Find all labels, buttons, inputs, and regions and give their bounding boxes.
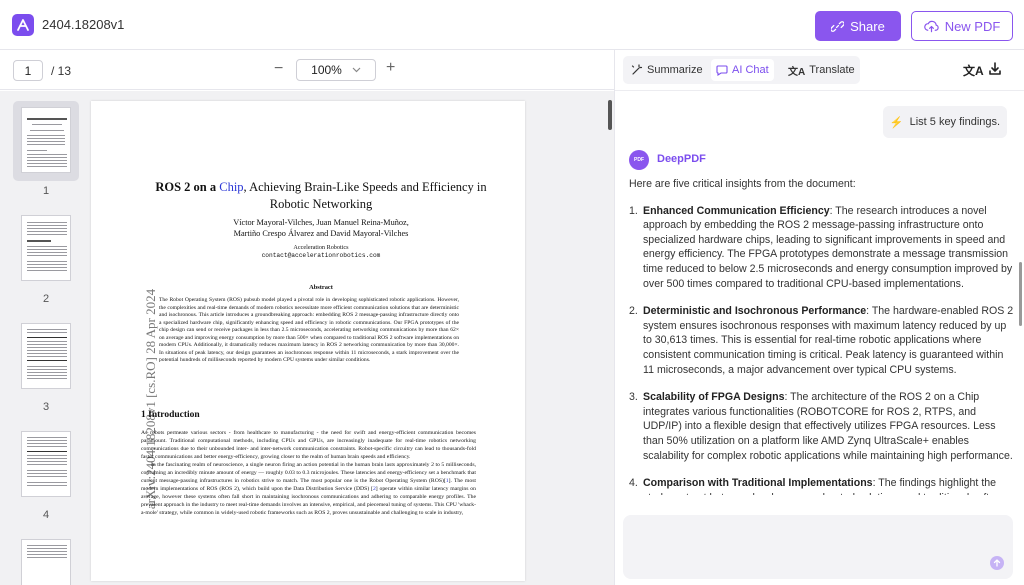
contact-email: contact@accelerationrobotics.com — [261, 252, 381, 259]
thumbnail-label: 4 — [42, 509, 50, 521]
panel-divider — [615, 90, 1024, 91]
page-number-input[interactable]: 1 — [13, 60, 43, 81]
page-total: / 13 — [51, 64, 72, 78]
chevron-down-icon — [352, 67, 361, 73]
thumbnail-label: 2 — [42, 293, 50, 305]
viewer-scrollbar[interactable] — [608, 100, 612, 130]
intro-paragraph-1: As robots permeate various sectors - fro… — [141, 430, 476, 460]
user-message: ⚡ List 5 key findings. — [883, 106, 1007, 138]
thumbnail-image — [21, 539, 71, 585]
app-logo-icon[interactable] — [12, 14, 34, 36]
thumbnail-image — [21, 107, 71, 173]
bot-name: DeepPDF — [657, 153, 706, 165]
tab-translate[interactable]: 文A Translate — [783, 59, 860, 81]
list-item: 1. Enhanced Communication Efficiency: Th… — [629, 204, 1013, 290]
chat-scrollbar[interactable] — [1019, 262, 1022, 326]
paper-authors: Víctor Mayoral-Vilches, Juan Manuel Rein… — [151, 217, 491, 239]
list-item: 4. Comparison with Traditional Implement… — [629, 477, 1012, 495]
findings-list: 1. Enhanced Communication Efficiency: Th… — [629, 204, 1014, 495]
tab-summarize[interactable]: Summarize — [626, 59, 708, 81]
assistant-tabs: Summarize AI Chat 文A Translate — [623, 56, 860, 84]
intro-paragraph-2: In the fascinating realm of neuroscience… — [141, 462, 476, 516]
abstract-heading: Abstract — [309, 284, 333, 291]
thumbnail-sidebar: 1 2 3 4 — [0, 91, 92, 585]
chat-input[interactable] — [623, 515, 1013, 579]
zoom-out-button[interactable]: − — [274, 60, 283, 78]
title-post: , Achieving Brain-Like Speeds and Effici… — [243, 180, 487, 211]
wand-icon — [631, 64, 643, 75]
tab-ai-chat[interactable]: AI Chat — [711, 59, 774, 81]
authors-line-1: Víctor Mayoral-Vilches, Juan Manuel Rein… — [233, 218, 409, 227]
abstract-text: The Robot Operating System (ROS) pubsub … — [159, 297, 459, 363]
bot-avatar: PDF — [629, 150, 649, 170]
new-pdf-label: New PDF — [944, 18, 1001, 34]
share-button[interactable]: Share — [815, 11, 901, 41]
intro-text: As robots permeate various sectors - fro… — [141, 429, 476, 517]
title-pre: ROS 2 on a — [155, 180, 220, 194]
arrow-up-icon — [993, 559, 1001, 567]
new-pdf-button[interactable]: New PDF — [911, 11, 1013, 41]
paper-title: ROS 2 on a Chip, Achieving Brain-Like Sp… — [151, 179, 491, 213]
send-button[interactable] — [990, 556, 1004, 570]
pdf-viewer: 1 2 3 4 arXiv:2404.18208v1 [cs.RO] 28 Ap… — [0, 91, 614, 585]
zoom-select[interactable]: 100% — [296, 59, 376, 81]
assistant-panel: Summarize AI Chat 文A Translate 文A ⚡ List… — [614, 50, 1024, 585]
zoom-value: 100% — [311, 63, 342, 77]
cloud-upload-icon — [923, 20, 939, 32]
thumbnail-image — [21, 323, 71, 389]
translate-page-icon[interactable]: 文A — [963, 62, 984, 79]
viewer-toolbar: 1 / 13 − 100% + — [0, 50, 614, 90]
user-message-text: List 5 key findings. — [909, 116, 1001, 128]
translate-icon: 文A — [788, 66, 806, 78]
paper-affiliation: Acceleration Robotics contact@accelerati… — [151, 244, 491, 260]
list-item: 2. Deterministic and Isochronous Perform… — [629, 305, 1014, 376]
affiliation: Acceleration Robotics — [293, 244, 349, 251]
bolt-icon: ⚡ — [889, 116, 904, 129]
link-icon — [831, 20, 845, 32]
document-title: 2404.18208v1 — [42, 17, 125, 32]
share-label: Share — [850, 18, 885, 34]
download-icon[interactable] — [988, 62, 1002, 81]
pdf-logo-icon — [17, 19, 29, 31]
bot-answer: Here are five critical insights from the… — [629, 177, 1014, 495]
thumbnail-label: 3 — [42, 401, 50, 413]
intro-heading: 1 Introduction — [141, 410, 200, 420]
thumbnail-label: 1 — [42, 185, 50, 197]
zoom-in-button[interactable]: + — [386, 59, 395, 77]
top-bar: 2404.18208v1 Share New PDF — [0, 0, 1024, 50]
title-chip: Chip — [219, 180, 244, 194]
authors-line-2: Martiño Crespo Álvarez and David Mayoral… — [233, 229, 409, 238]
pdf-page: arXiv:2404.18208v1 [cs.RO] 28 Apr 2024 R… — [91, 101, 525, 581]
chat-icon — [716, 65, 728, 76]
answer-intro: Here are five critical insights from the… — [629, 178, 856, 190]
thumbnail-image — [21, 431, 71, 497]
thumbnail-image — [21, 215, 71, 281]
list-item: 3. Scalability of FPGA Designs: The arch… — [629, 391, 1013, 462]
